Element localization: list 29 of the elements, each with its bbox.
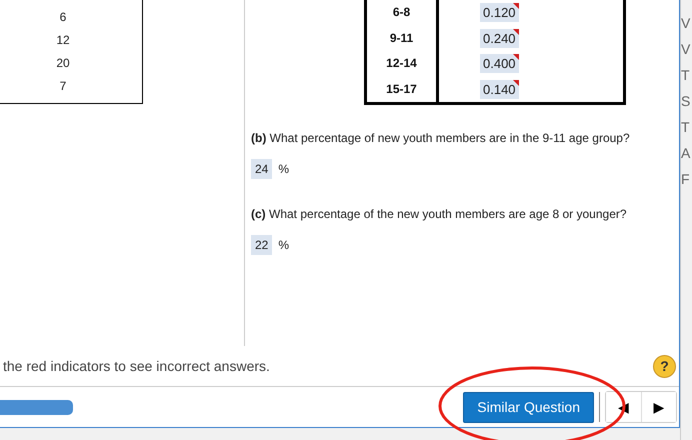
sidebar-item[interactable]: V bbox=[681, 40, 692, 58]
next-button[interactable]: ▶ bbox=[641, 392, 676, 422]
question-text: (c) What percentage of the new youth members are age 8 or younger? bbox=[251, 207, 628, 221]
table-cell: 6 bbox=[60, 9, 66, 26]
table-cell: 12-14 bbox=[367, 51, 439, 76]
table-cell: 20 bbox=[56, 55, 70, 72]
answer-box[interactable]: 24 bbox=[251, 159, 272, 179]
unit-label: % bbox=[278, 238, 290, 252]
similar-question-button[interactable]: Similar Question bbox=[463, 392, 594, 422]
table-cell: 9-11 bbox=[367, 26, 439, 51]
answer-box[interactable]: 22 bbox=[251, 235, 272, 255]
sidebar-item[interactable]: V bbox=[681, 14, 692, 32]
sidebar-item[interactable]: F bbox=[681, 170, 692, 188]
sidebar-item[interactable]: T bbox=[681, 118, 692, 136]
hint-message: the red indicators to see incorrect answers. bbox=[3, 358, 270, 374]
sidebar-item[interactable]: A bbox=[681, 144, 692, 162]
answer-box[interactable]: 0.120 bbox=[480, 3, 519, 22]
sidebar-item[interactable]: T bbox=[681, 66, 692, 84]
table-cell: 7 bbox=[60, 78, 66, 95]
answer-box[interactable]: 0.400 bbox=[480, 54, 519, 74]
question-text: (b) What percentage of new youth members are in the 9-11 age group? bbox=[251, 131, 631, 145]
table-cell: 6-8 bbox=[367, 0, 439, 26]
answer-box[interactable]: 0.140 bbox=[480, 80, 519, 99]
table-cell: 15-17 bbox=[367, 76, 439, 102]
unit-label: % bbox=[278, 162, 290, 176]
help-icon[interactable]: ? bbox=[653, 354, 676, 378]
table-cell: 12 bbox=[56, 32, 70, 49]
sidebar-item[interactable]: S bbox=[681, 92, 692, 110]
answer-box[interactable]: 0.240 bbox=[480, 28, 519, 48]
